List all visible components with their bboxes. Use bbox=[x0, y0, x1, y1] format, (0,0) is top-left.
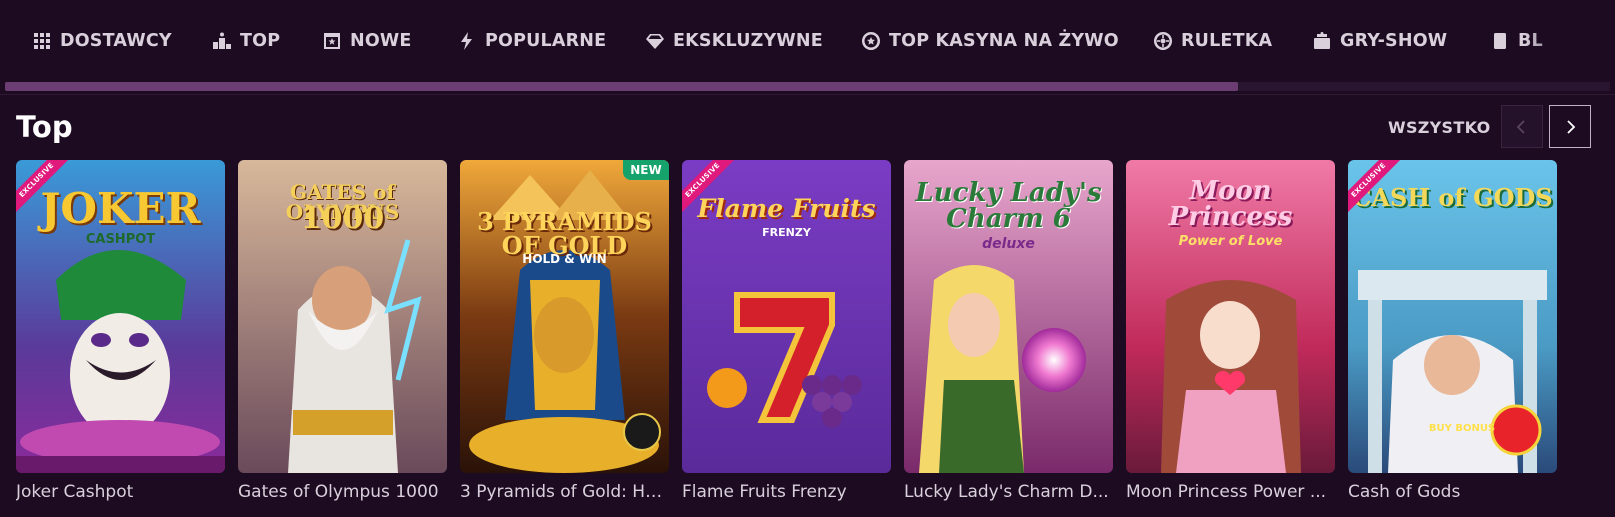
game-logo: Lucky Lady's Charm 6 bbox=[915, 178, 1102, 234]
game-logo-sub: deluxe bbox=[982, 236, 1035, 252]
nav-item-ruletka[interactable]: RULETKA bbox=[1153, 29, 1272, 53]
nav-item-ekskluzywne[interactable]: EKSKLUZYWNE bbox=[645, 29, 823, 53]
see-all-link[interactable]: WSZYSTKO bbox=[1388, 118, 1490, 137]
game-thumbnail[interactable]: Flame Fruits FRENZY EXCLUSIVE bbox=[682, 160, 891, 473]
game-card-moon-princess[interactable]: Moon Princess Power of Love Moon Princes… bbox=[1126, 160, 1335, 502]
nav-label: POPULARNE bbox=[485, 31, 607, 51]
game-name[interactable]: Cash of Gods bbox=[1348, 482, 1557, 502]
nav-label: DOSTAWCY bbox=[60, 31, 172, 51]
nav-item-gry-show[interactable]: GRY-SHOW bbox=[1312, 29, 1447, 53]
nav-item-top[interactable]: TOP bbox=[212, 29, 280, 53]
next-button[interactable] bbox=[1549, 105, 1591, 148]
nav-label: TOP KASYNA NA ŻYWO bbox=[889, 31, 1119, 51]
game-logo: Flame Fruits bbox=[697, 194, 876, 223]
blackjack-icon bbox=[1490, 31, 1510, 51]
diamond-icon bbox=[645, 31, 665, 51]
game-name[interactable]: Joker Cashpot bbox=[16, 482, 225, 502]
game-logo: CASH of GODS bbox=[1352, 183, 1553, 212]
game-card-3-pyramids-of-gold[interactable]: 3 PYRAMIDS OF GOLD HOLD & WIN NEW 3 Pyra… bbox=[460, 160, 669, 502]
nav-item-nowe[interactable]: NOWE bbox=[322, 29, 412, 53]
chevron-right-icon bbox=[1567, 119, 1576, 134]
game-logo-sub: HOLD & WIN bbox=[522, 252, 607, 266]
chip-icon bbox=[861, 31, 881, 51]
game-name[interactable]: Flame Fruits Frenzy bbox=[682, 482, 891, 502]
game-logo: JOKER bbox=[40, 184, 201, 233]
chevron-left-icon bbox=[1516, 119, 1525, 134]
podium-icon bbox=[212, 31, 232, 51]
game-card-cash-of-gods[interactable]: CASH of GODS BUY BONUS EXCLUSIVE Cash of… bbox=[1348, 160, 1557, 502]
game-card-gates-of-olympus[interactable]: GATES of OLYMPUS 1000 Gates of Olympus 1… bbox=[238, 160, 447, 502]
nav-label: EKSKLUZYWNE bbox=[673, 31, 823, 51]
new-badge: NEW bbox=[623, 160, 669, 180]
nav-item-dostawcy[interactable]: DOSTAWCY bbox=[32, 29, 172, 53]
game-logo-sub: Power of Love bbox=[1178, 234, 1283, 249]
game-thumbnail[interactable]: Moon Princess Power of Love bbox=[1126, 160, 1335, 473]
game-card-joker-cashpot[interactable]: JOKER CASHPOT EXCLUSIVE Joker Cashpot bbox=[16, 160, 225, 502]
game-card-flame-fruits-frenzy[interactable]: Flame Fruits FRENZY EXCLUSIVE Flame Frui… bbox=[682, 160, 891, 502]
section-title: Top bbox=[16, 110, 73, 144]
game-thumbnail[interactable]: GATES of OLYMPUS 1000 bbox=[238, 160, 447, 473]
game-logo-sub: 1000 bbox=[300, 201, 385, 236]
divider bbox=[0, 94, 1615, 95]
game-name[interactable]: 3 Pyramids of Gold: Ho... bbox=[460, 482, 669, 502]
nav-label: RULETKA bbox=[1181, 31, 1273, 51]
game-logo-sub: FRENZY bbox=[762, 226, 811, 239]
game-thumbnail[interactable]: JOKER CASHPOT EXCLUSIVE bbox=[16, 160, 225, 473]
nav-item-top-kasyna[interactable]: TOP KASYNA NA ŻYWO bbox=[861, 29, 1119, 53]
game-logo: 3 PYRAMIDS OF GOLD bbox=[477, 207, 652, 260]
game-name[interactable]: Moon Princess Power ... bbox=[1126, 482, 1335, 502]
game-thumbnail[interactable]: CASH of GODS BUY BONUS EXCLUSIVE bbox=[1348, 160, 1557, 473]
roulette-icon bbox=[1153, 31, 1173, 51]
new-badge-icon bbox=[322, 31, 342, 51]
buy-bonus-label: BUY BONUS bbox=[1428, 423, 1496, 434]
game-card-lucky-ladys-charm[interactable]: Lucky Lady's Charm 6 deluxe Lucky Lady's… bbox=[904, 160, 1113, 502]
lightning-icon bbox=[457, 31, 477, 51]
game-logo: Moon Princess bbox=[1168, 176, 1293, 232]
game-show-icon bbox=[1312, 31, 1332, 51]
game-name[interactable]: Gates of Olympus 1000 bbox=[238, 482, 447, 502]
game-name[interactable]: Lucky Lady's Charm D... bbox=[904, 482, 1113, 502]
nav-label: NOWE bbox=[350, 31, 412, 51]
nav-scroll-thumb[interactable] bbox=[5, 82, 1238, 91]
nav-label: TOP bbox=[240, 31, 281, 51]
game-thumbnail[interactable]: Lucky Lady's Charm 6 deluxe bbox=[904, 160, 1113, 473]
game-thumbnail[interactable]: 3 PYRAMIDS OF GOLD HOLD & WIN NEW bbox=[460, 160, 669, 473]
game-logo-sub: CASHPOT bbox=[85, 232, 156, 247]
nav-item-popularne[interactable]: POPULARNE bbox=[457, 29, 606, 53]
nav-label: GRY-SHOW bbox=[1340, 31, 1448, 51]
prev-button[interactable] bbox=[1501, 105, 1543, 148]
nav-fade bbox=[1525, 0, 1615, 82]
category-nav: DOSTAWCY TOP NOWE POPULARNE EKSKLUZYWNE … bbox=[0, 0, 1615, 82]
grid-icon bbox=[32, 31, 52, 51]
